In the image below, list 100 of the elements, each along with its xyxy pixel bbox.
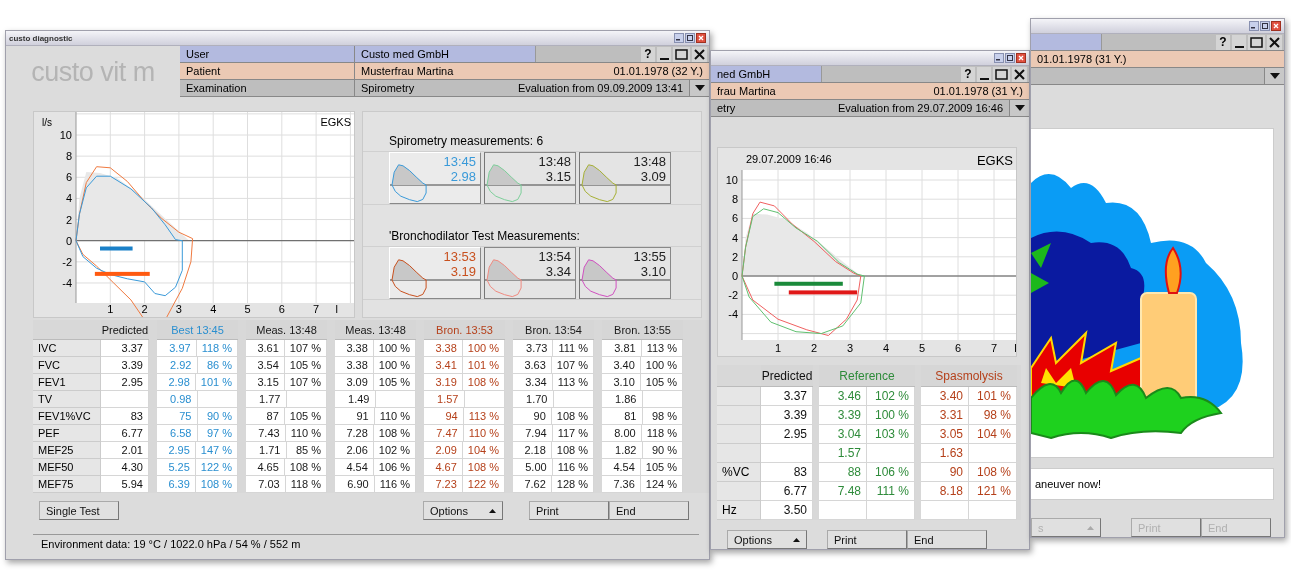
caret-icon (489, 508, 496, 513)
table-cell: 100 % (640, 357, 683, 374)
action-button[interactable]: End (609, 501, 689, 520)
minimize-button[interactable] (1232, 34, 1246, 50)
close-icon[interactable] (1016, 53, 1026, 63)
measurement-tile[interactable]: 13:53 3.19 (389, 247, 481, 299)
row-label: MEF25 (33, 442, 101, 459)
table-cell: 4.54 (602, 459, 641, 476)
table-cell (375, 391, 416, 408)
measurement-time: 13:53 (443, 249, 476, 264)
axis-label: 1 (774, 342, 782, 354)
table-cell: 3.39 (819, 406, 867, 425)
maximize-button[interactable] (673, 46, 690, 62)
table-cell: 3.40 (602, 357, 641, 374)
minimize-icon[interactable] (994, 53, 1004, 63)
table-cell: 108 % (462, 459, 505, 476)
minimize-icon[interactable] (674, 33, 684, 43)
table-cell: 83 (101, 408, 149, 425)
minimize-button[interactable] (977, 66, 991, 82)
table-cell: 3.81 (602, 340, 642, 357)
measurement-bar (94, 271, 150, 276)
minimize-button[interactable] (657, 46, 671, 62)
axis-label: 2 (141, 303, 148, 315)
header-label: Patient (180, 63, 355, 79)
table-cell: 5.25 (157, 459, 196, 476)
table-cell: 3.39 (101, 357, 149, 374)
maximize-icon[interactable] (685, 33, 695, 43)
close-icon (1014, 68, 1025, 80)
table-cell: 3.73 (513, 340, 554, 357)
measurement-value: 3.34 (544, 264, 571, 279)
help-button[interactable]: ? (1216, 34, 1230, 50)
table-cell: 3.04 (819, 425, 867, 444)
axis-label: 3 (846, 342, 854, 354)
table-cell: 7.47 (424, 425, 464, 442)
row-label-cell (717, 482, 761, 501)
table-cell: 3.40 (921, 387, 969, 406)
minimize-icon[interactable] (1249, 21, 1259, 31)
table-cell: 2.95 (157, 442, 196, 459)
table-cell: 1.77 (246, 391, 287, 408)
measurement-tile[interactable]: 13:55 3.10 (579, 247, 671, 299)
maximize-icon[interactable] (1005, 53, 1015, 63)
table-cell (642, 391, 683, 408)
measurement-bar (100, 246, 133, 251)
table-cell: 128 % (551, 476, 594, 493)
action-button[interactable]: End (907, 530, 987, 549)
table-cell: 107 % (284, 340, 327, 357)
table-cell: 3.38 (335, 340, 374, 357)
table-cell: 1.82 (602, 442, 643, 459)
options-button[interactable]: Options (727, 530, 807, 549)
table-cell: 101 % (462, 357, 505, 374)
table-cell: 118 % (641, 425, 683, 442)
table-cell: 1.49 (335, 391, 376, 408)
table-cell: 2.95 (761, 425, 813, 444)
axis-label: -2 (728, 289, 738, 302)
table-cell: 86 % (197, 357, 238, 374)
header-field (1031, 34, 1101, 50)
table-cell (553, 391, 594, 408)
action-button[interactable]: Print (827, 530, 907, 549)
close-icon[interactable] (1271, 21, 1281, 31)
table-cell: 85 % (286, 442, 327, 459)
axis-label: 4 (65, 192, 72, 205)
measurement-tile[interactable]: 13:54 3.34 (484, 247, 576, 299)
table-cell: 8.18 (921, 482, 969, 501)
table-cell: 7.28 (335, 425, 374, 442)
dropdown-button[interactable] (689, 80, 709, 96)
table-cell: 83 (761, 463, 813, 482)
help-button[interactable]: ? (961, 66, 975, 82)
row-label-cell (717, 406, 761, 425)
single-test-button[interactable]: Single Test (39, 501, 119, 520)
table-cell: 105 % (640, 459, 683, 476)
table-cell (286, 391, 327, 408)
table-cell: 108 % (284, 459, 327, 476)
dropdown-button[interactable] (1264, 68, 1284, 84)
table-cell: 107 % (284, 374, 327, 391)
close-button[interactable] (1012, 66, 1027, 82)
options-button[interactable]: Options (423, 501, 503, 520)
table-cell: 121 % (969, 482, 1017, 501)
table-cell: 100 % (373, 340, 416, 357)
table-cell: 6.77 (101, 425, 149, 442)
action-button[interactable]: Print (529, 501, 609, 520)
table-cell: 3.15 (246, 374, 285, 391)
help-button[interactable]: ? (641, 46, 655, 62)
measurement-tile[interactable]: 13:48 3.15 (484, 152, 576, 204)
close-icon[interactable] (696, 33, 706, 43)
table-cell: 7.03 (246, 476, 286, 493)
maximize-button[interactable] (993, 66, 1010, 82)
table-cell: 2.95 (101, 374, 149, 391)
row-label: IVC (33, 340, 101, 357)
table-cell: 103 % (867, 425, 915, 444)
close-button[interactable] (1267, 34, 1282, 50)
row-label: Hz (717, 501, 761, 520)
close-button[interactable] (692, 46, 707, 62)
chart-label: EGKS (976, 153, 1013, 168)
maximize-icon[interactable] (1260, 21, 1270, 31)
maximize-button[interactable] (1248, 34, 1265, 50)
table-cell: 6.77 (761, 482, 813, 501)
row-label: PEF (33, 425, 101, 442)
dropdown-button[interactable] (1009, 100, 1029, 116)
table-cell: 7.48 (819, 482, 867, 501)
measurement-tile[interactable]: 13:48 3.09 (579, 152, 671, 204)
